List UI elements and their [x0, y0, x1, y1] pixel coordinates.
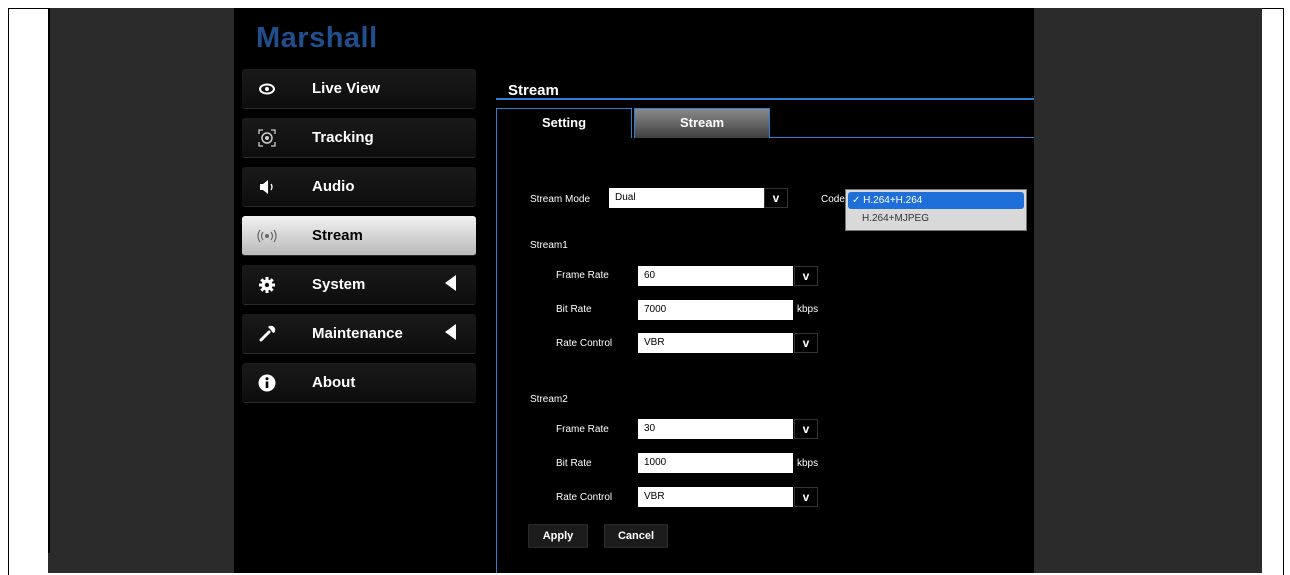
sidebar-item-label: Maintenance [312, 325, 403, 342]
camera-web-ui: Marshall Live View Tracking Audio Stream… [234, 8, 1034, 573]
marshall-logo: Marshall [256, 22, 378, 54]
stream2-rate-control-select[interactable]: VBR [638, 487, 793, 507]
gutter-edge [48, 8, 50, 553]
codec-dropdown-list: ✓ H.264+H.264 H.264+MJPEG [845, 189, 1027, 231]
stream2-frame-rate-select[interactable]: 30 [638, 419, 793, 439]
stream1-frame-rate-label: Frame Rate [556, 270, 609, 281]
tab-divider [769, 137, 1034, 138]
stream1-frame-rate-select[interactable]: 60 [638, 266, 793, 286]
apply-button[interactable]: Apply [528, 524, 588, 548]
info-icon [256, 373, 278, 393]
cancel-button[interactable]: Cancel [604, 524, 668, 548]
stream1-rate-control-dropdown-button[interactable]: v [794, 333, 818, 353]
eye-icon [256, 79, 278, 99]
sidebar-item-system[interactable]: System [242, 265, 476, 305]
stream2-bit-rate-label: Bit Rate [556, 458, 592, 469]
stream2-rate-control-label: Rate Control [556, 492, 613, 503]
left-gutter [48, 8, 234, 573]
tracking-icon [256, 128, 278, 148]
sidebar-item-label: Tracking [312, 129, 374, 146]
sidebar-item-about[interactable]: About [242, 363, 476, 403]
tab-setting[interactable]: Setting [496, 108, 632, 138]
stream-mode-label: Stream Mode [530, 194, 591, 205]
gear-icon [256, 275, 278, 295]
codec-option-h264-mjpeg[interactable]: H.264+MJPEG [848, 210, 1024, 227]
expand-arrow-icon [445, 324, 456, 340]
stream-icon [256, 226, 278, 246]
right-gutter [1034, 8, 1262, 573]
stream2-rate-control-dropdown-button[interactable]: v [794, 487, 818, 507]
panel-border [496, 137, 497, 573]
sidebar-item-label: About [312, 374, 356, 391]
page-title: Stream [508, 82, 559, 99]
title-divider [496, 98, 1034, 100]
expand-arrow-icon [445, 275, 456, 291]
codec-option-h264-h264[interactable]: ✓ H.264+H.264 [848, 192, 1024, 209]
stream1-bit-rate-label: Bit Rate [556, 304, 592, 315]
stream-mode-select[interactable]: Dual [609, 188, 764, 208]
stream1-rate-control-label: Rate Control [556, 338, 613, 349]
tab-stream[interactable]: Stream [634, 108, 770, 138]
stream2-frame-rate-label: Frame Rate [556, 424, 609, 435]
stream2-bit-rate-unit: kbps [797, 458, 819, 469]
stream1-bit-rate-unit: kbps [797, 304, 819, 315]
stream2-bit-rate-input[interactable]: 1000 [638, 453, 793, 473]
stream1-bit-rate-input[interactable]: 7000 [638, 300, 793, 320]
sidebar-item-stream[interactable]: Stream [242, 216, 476, 256]
speaker-icon [256, 177, 278, 197]
stream1-rate-control-select[interactable]: VBR [638, 333, 793, 353]
sidebar-item-label: Stream [312, 227, 363, 244]
wrench-icon [256, 324, 278, 344]
stream2-heading: Stream2 [530, 394, 568, 405]
sidebar-item-tracking[interactable]: Tracking [242, 118, 476, 158]
stream1-heading: Stream1 [530, 240, 568, 251]
sidebar-item-maintenance[interactable]: Maintenance [242, 314, 476, 354]
sidebar-item-label: Live View [312, 80, 381, 97]
sidebar-item-audio[interactable]: Audio [242, 167, 476, 207]
stream-mode-dropdown-button[interactable]: v [764, 188, 788, 208]
sidebar-item-live-view[interactable]: Live View [242, 69, 476, 109]
stream2-frame-rate-dropdown-button[interactable]: v [794, 419, 818, 439]
stream1-frame-rate-dropdown-button[interactable]: v [794, 266, 818, 286]
sidebar-item-label: System [312, 276, 366, 293]
sidebar-item-label: Audio [312, 178, 355, 195]
